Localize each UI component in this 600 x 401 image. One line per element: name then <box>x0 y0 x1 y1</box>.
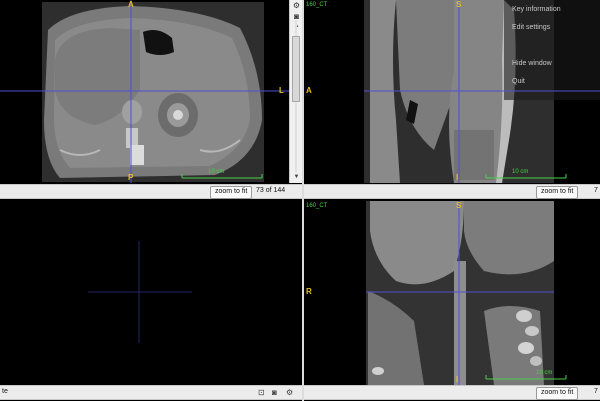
camera-icon[interactable]: ◙ <box>272 388 277 397</box>
orientation-label-bottom: I <box>456 375 459 384</box>
slice-counter: 7 <box>594 187 598 194</box>
scale-label: 10 cm <box>536 370 553 376</box>
slice-counter: 7 <box>594 388 598 395</box>
orientation-label-right: L <box>279 86 284 95</box>
menu-item-edit-settings[interactable]: Edit settings <box>512 24 550 31</box>
series-label: 160_CT <box>306 203 328 209</box>
scroll-down-arrow-icon[interactable]: ▼ <box>292 174 301 180</box>
zoom-to-fit-button[interactable]: zoom to fit <box>536 186 579 199</box>
orientation-label-top: A <box>128 0 134 9</box>
sagittal-viewport[interactable]: 160_CT S I A 10 cm Key information Edit … <box>304 0 600 183</box>
scroll-thumb[interactable] <box>292 36 300 102</box>
orientation-label-left: R <box>306 287 312 296</box>
zoom-to-fit-button[interactable]: zoom to fit <box>536 387 579 400</box>
menu-item-quit[interactable]: Quit <box>512 78 525 85</box>
scale-label: 10 cm <box>512 169 529 175</box>
slice-scrollbar[interactable]: ⚙ ◙ ▲ ▼ <box>289 0 302 183</box>
orientation-label-bottom: P <box>128 173 134 182</box>
sagittal-ct-image <box>364 0 600 183</box>
axial-ct-image <box>0 0 289 183</box>
slice-counter: 73 of 144 <box>256 187 286 194</box>
series-label: 160_CT <box>306 2 328 8</box>
zoom-to-fit-button[interactable]: zoom to fit <box>210 186 253 199</box>
coronal-ct-image <box>366 201 567 385</box>
orientation-label-top: S <box>456 201 462 210</box>
coronal-status-bar: zoom to fit 7 <box>304 385 600 400</box>
volume-render <box>88 241 192 343</box>
axial-status-bar: zoom to fit 73 of 144 <box>0 184 302 199</box>
viewport-divider[interactable] <box>302 0 304 401</box>
volume-status-bar: te ⊡ ◙ ⚙ <box>0 385 302 400</box>
menu-item-key-information[interactable]: Key information <box>512 6 561 13</box>
orientation-label-top: S <box>456 0 462 9</box>
scale-label: 10 cm <box>208 169 225 175</box>
sagittal-status-bar: zoom to fit 7 <box>304 184 600 199</box>
status-text: te <box>2 388 8 395</box>
axial-viewport[interactable]: A P L 10 cm <box>0 0 289 183</box>
settings-icon[interactable]: ⚙ <box>292 1 301 10</box>
settings-icon[interactable]: ⚙ <box>286 388 293 397</box>
volume-viewport[interactable] <box>0 201 302 385</box>
menu-item-hide-window[interactable]: Hide window <box>512 60 552 67</box>
window-icon[interactable]: ⊡ <box>258 388 265 397</box>
coronal-viewport[interactable]: 160_CT S I R 10 cm <box>304 201 600 385</box>
orientation-label-left: A <box>306 86 312 95</box>
orientation-label-bottom: I <box>456 173 459 182</box>
